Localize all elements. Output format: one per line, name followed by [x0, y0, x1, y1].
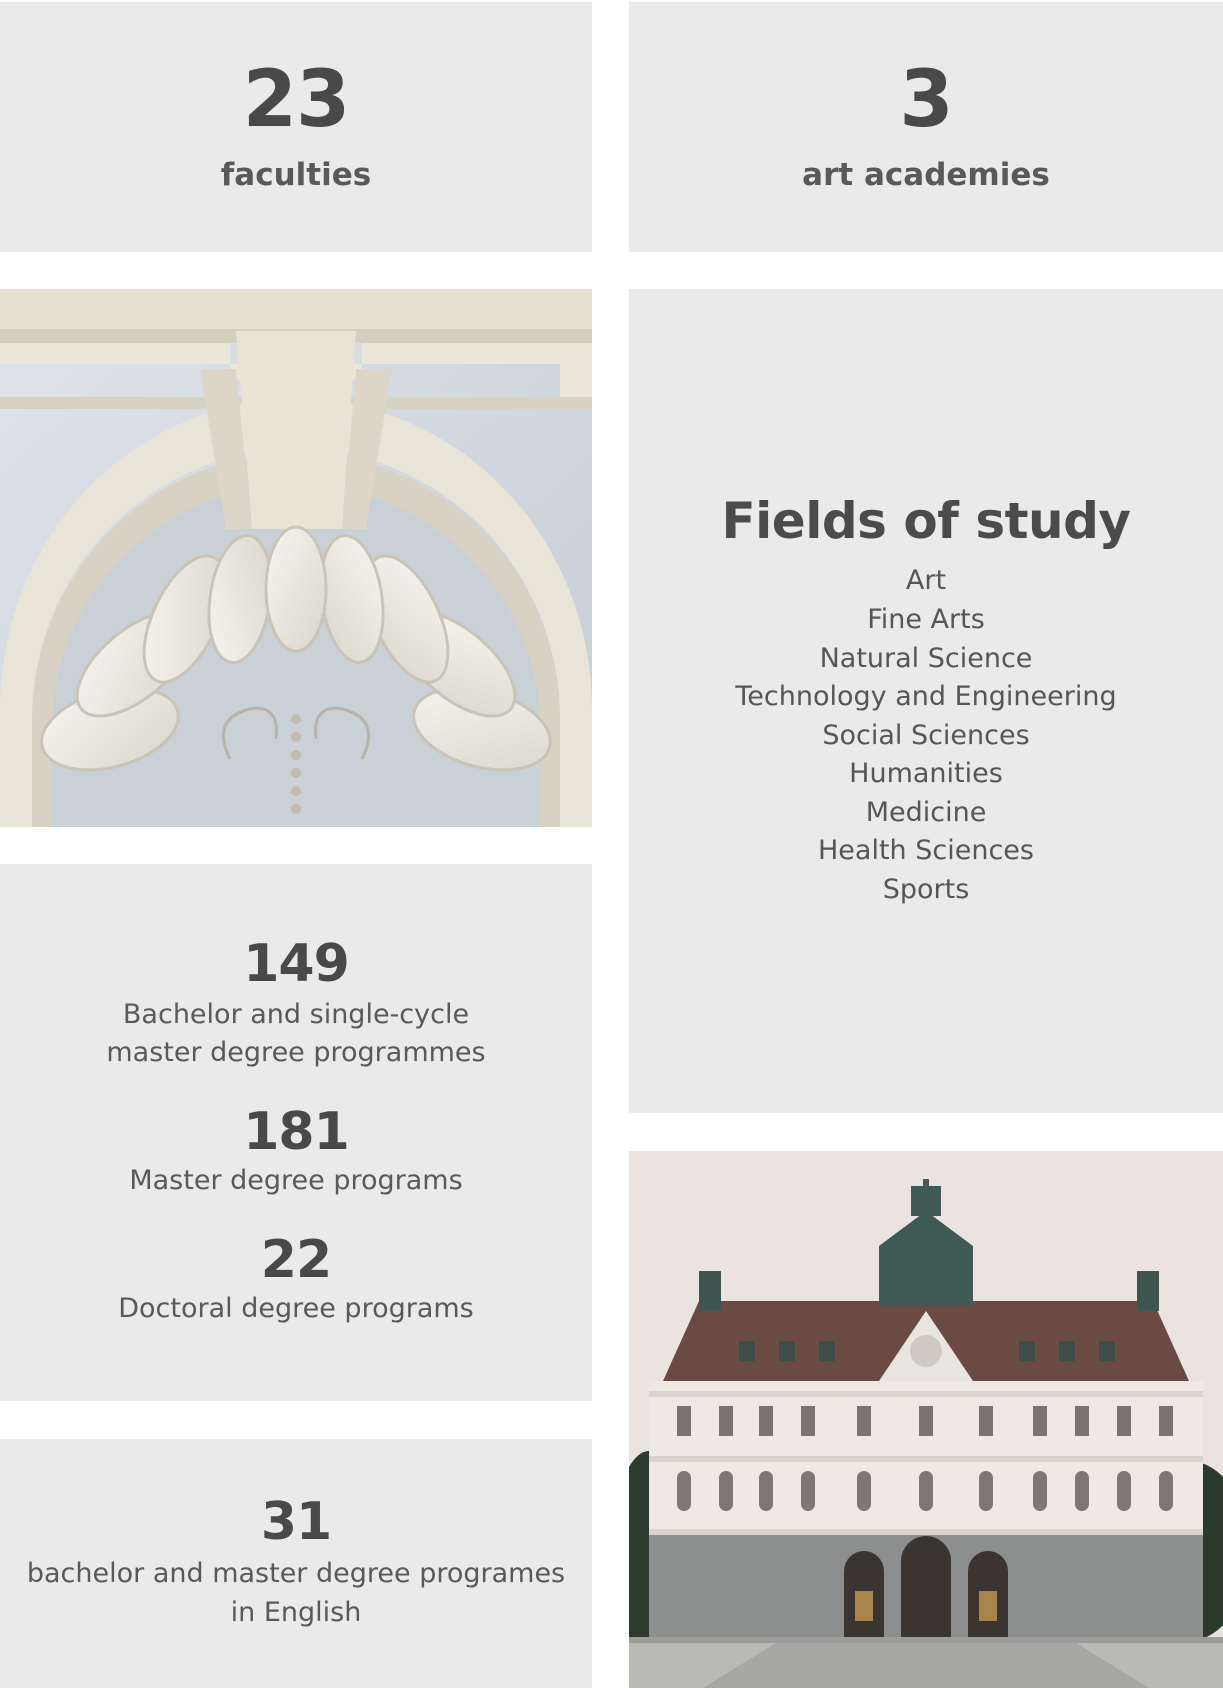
- master-programmes-stat: 181 Master degree programs: [129, 1106, 462, 1200]
- fields-of-study-list: Art Fine Arts Natural Science Technology…: [735, 562, 1116, 909]
- bachelor-programmes-stat: 149 Bachelor and single-cycle master deg…: [86, 938, 506, 1072]
- art-academies-label: art academies: [802, 157, 1050, 193]
- faculties-label: faculties: [220, 157, 372, 193]
- master-programmes-count: 181: [243, 1101, 350, 1162]
- field-item-medicine: Medicine: [865, 796, 987, 828]
- field-item-art: Art: [905, 565, 947, 597]
- field-item-natural-science: Natural Science: [819, 642, 1033, 674]
- bachelor-programmes-label: Bachelor and single-cycle master degree …: [106, 998, 486, 1068]
- doctoral-programmes-stat: 22 Doctoral degree programs: [118, 1234, 474, 1328]
- bachelor-programmes-count: 149: [243, 933, 350, 994]
- art-academies-count: 3: [899, 55, 953, 145]
- field-item-sports: Sports: [882, 874, 970, 906]
- doctoral-programmes-label: Doctoral degree programs: [118, 1292, 474, 1324]
- degree-programmes-card: 149 Bachelor and single-cycle master deg…: [0, 864, 592, 1401]
- doctoral-programmes-count: 22: [260, 1229, 332, 1290]
- field-item-technology-engineering: Technology and Engineering: [735, 681, 1117, 713]
- english-programmes-count: 31: [260, 1491, 332, 1552]
- field-item-fine-arts: Fine Arts: [867, 603, 985, 635]
- field-item-humanities: Humanities: [849, 758, 1003, 790]
- english-programmes-label: bachelor and master degree programes in …: [26, 1557, 566, 1628]
- art-academies-stat-card: 3 art academies: [629, 2, 1223, 252]
- field-item-social-sciences: Social Sciences: [822, 719, 1030, 751]
- university-building-image: [629, 1151, 1223, 1688]
- shell-relief-photo: [0, 289, 592, 827]
- faculties-stat-card: 23 faculties: [0, 2, 592, 252]
- fields-of-study-card: Fields of study Art Fine Arts Natural Sc…: [629, 289, 1223, 1113]
- university-building-photo: [629, 1151, 1223, 1688]
- field-item-health-sciences: Health Sciences: [818, 835, 1034, 867]
- english-programmes-card: 31 bachelor and master degree programes …: [0, 1439, 592, 1688]
- master-programmes-label: Master degree programs: [129, 1164, 463, 1196]
- faculties-count: 23: [242, 55, 351, 145]
- shell-relief-image: [0, 289, 592, 827]
- fields-of-study-title: Fields of study: [721, 492, 1131, 551]
